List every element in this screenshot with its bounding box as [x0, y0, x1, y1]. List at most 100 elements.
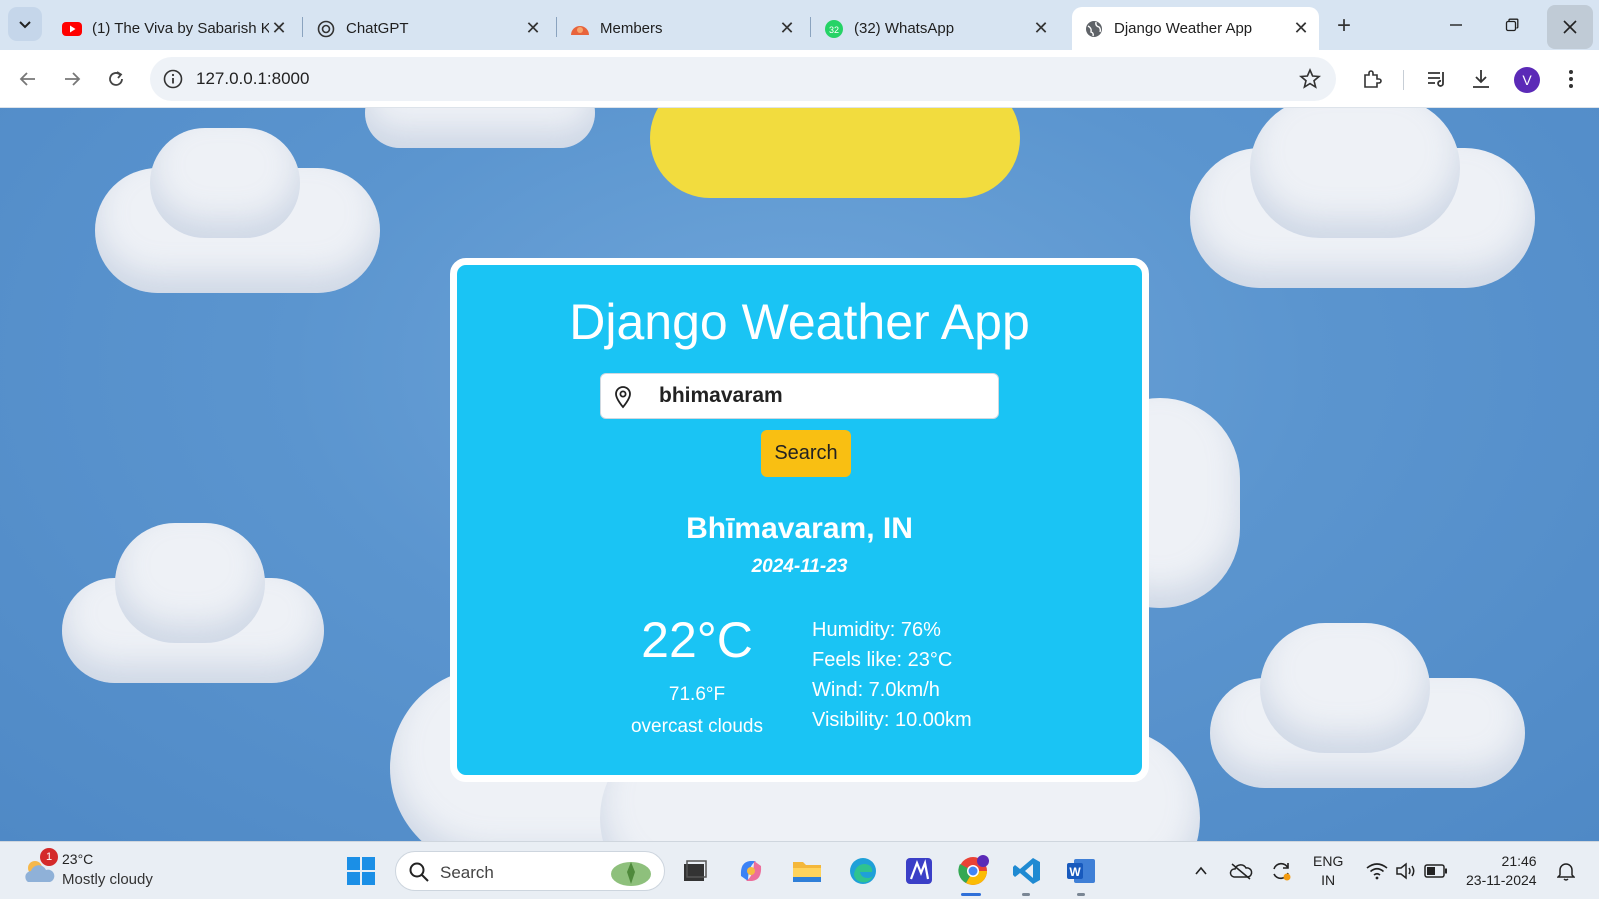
sync-tray[interactable] — [1268, 858, 1294, 884]
close-icon[interactable]: ✕ — [1031, 18, 1051, 39]
notifications-button[interactable] — [1553, 858, 1579, 884]
cloud-decoration — [115, 523, 265, 643]
notification-badge: 1 — [40, 848, 58, 866]
reload-icon — [109, 71, 123, 86]
weather-date: 2024-11-23 — [751, 556, 848, 577]
word-button[interactable]: W — [1062, 852, 1100, 890]
tab-youtube[interactable]: (1) The Viva by Sabarish K ✕ — [50, 7, 297, 50]
onedrive-tray[interactable] — [1228, 858, 1254, 884]
active-app-indicator — [961, 893, 981, 896]
task-view-button[interactable] — [676, 852, 714, 890]
app-logo-icon — [906, 858, 932, 884]
svg-text:W: W — [1069, 865, 1081, 879]
arrow-left-icon — [19, 72, 35, 86]
youtube-icon — [62, 19, 82, 39]
tab-separator — [302, 17, 303, 37]
wifi-tray[interactable] — [1364, 858, 1390, 884]
tab-title: ChatGPT — [346, 20, 409, 37]
tab-strip: (1) The Viva by Sabarish K ✕ ChatGPT ✕ M… — [0, 0, 1599, 50]
chrome-button[interactable] — [954, 852, 992, 890]
tab-django-weather[interactable]: Django Weather App ✕ — [1072, 7, 1319, 50]
battery-tray[interactable] — [1423, 858, 1449, 884]
tab-title: Members — [600, 20, 663, 37]
chevron-down-icon — [19, 21, 31, 29]
sync-icon — [1273, 862, 1291, 881]
restore-button[interactable] — [1492, 10, 1532, 40]
weather-card: Django Weather App Search Bhīmavaram, IN… — [450, 258, 1149, 782]
taskbar-weather-temp: 23°C — [62, 851, 94, 867]
close-icon[interactable]: ✕ — [523, 18, 543, 39]
edge-browser-icon — [850, 858, 876, 884]
bookmark-star-icon[interactable] — [1298, 67, 1322, 91]
tab-separator — [556, 17, 557, 37]
downloads-button[interactable] — [1467, 65, 1495, 93]
close-icon[interactable]: ✕ — [777, 18, 797, 39]
start-button[interactable] — [342, 852, 380, 890]
minimize-button[interactable] — [1436, 10, 1476, 40]
speaker-icon — [1396, 862, 1415, 880]
taskbar-weather-desc: Mostly cloudy — [62, 871, 153, 888]
show-hidden-icons-button[interactable] — [1188, 858, 1214, 884]
ai-app-button[interactable] — [900, 852, 938, 890]
vscode-icon — [1013, 858, 1040, 884]
taskbar-search[interactable]: Search — [395, 851, 665, 891]
input-language[interactable]: ENG IN — [1313, 852, 1343, 890]
system-clock[interactable]: 21:46 23-11-2024 — [1466, 852, 1537, 890]
profile-avatar[interactable]: V — [1514, 67, 1540, 93]
close-icon[interactable]: ✕ — [269, 18, 289, 39]
city-search-field[interactable] — [600, 373, 999, 419]
chrome-icon — [958, 855, 989, 885]
temperature-celsius: 22°C — [641, 612, 753, 668]
tab-title: (32) WhatsApp — [854, 20, 955, 37]
search-highlight-icon — [611, 862, 651, 886]
folder-icon — [793, 862, 821, 882]
cloud-decoration — [1260, 623, 1430, 753]
wind-value: Wind: 7.0km/h — [812, 679, 940, 701]
tab-separator — [810, 17, 811, 37]
volume-tray[interactable] — [1393, 858, 1419, 884]
back-button[interactable] — [12, 63, 44, 95]
download-icon — [1473, 70, 1489, 88]
temperature-block: 22°C 71.6°F overcast clouds — [617, 610, 777, 738]
tab-members[interactable]: Members ✕ — [558, 7, 805, 50]
site-info-icon[interactable] — [162, 68, 184, 90]
close-icon[interactable]: ✕ — [1291, 18, 1311, 39]
tab-whatsapp[interactable]: 32 (32) WhatsApp ✕ — [812, 7, 1059, 50]
tab-chatgpt[interactable]: ChatGPT ✕ — [304, 7, 551, 50]
cloud-decoration — [1250, 108, 1460, 238]
tab-search-button[interactable] — [8, 7, 42, 41]
browser-toolbar: 127.0.0.1:8000 V — [0, 50, 1599, 108]
copilot-button[interactable] — [732, 852, 770, 890]
minimize-icon — [1450, 24, 1462, 26]
file-explorer-button[interactable] — [788, 852, 826, 890]
puzzle-icon — [1364, 70, 1382, 88]
bell-icon — [1557, 863, 1575, 881]
media-queue-icon — [1428, 72, 1444, 87]
chatgpt-icon — [316, 19, 336, 39]
search-button[interactable]: Search — [761, 430, 851, 477]
vscode-button[interactable] — [1008, 852, 1046, 890]
reload-button[interactable] — [100, 63, 132, 95]
copilot-icon — [740, 861, 762, 881]
arrow-right-icon — [65, 72, 81, 86]
edge-button[interactable] — [844, 852, 882, 890]
running-app-indicator — [1022, 893, 1030, 896]
svg-text:32: 32 — [829, 25, 839, 35]
city-search-input[interactable] — [659, 384, 979, 408]
chevron-up-icon — [1195, 866, 1207, 875]
feels-like-value: Feels like: 23°C — [812, 649, 953, 671]
address-bar[interactable]: 127.0.0.1:8000 — [150, 57, 1336, 101]
cloud-offline-icon — [1229, 863, 1253, 880]
windows-logo-icon — [347, 857, 375, 885]
menu-button[interactable] — [1557, 65, 1585, 93]
language-code: ENG — [1313, 853, 1344, 869]
kebab-menu-icon — [1569, 70, 1573, 88]
forward-button[interactable] — [56, 63, 88, 95]
reading-list-button[interactable] — [1423, 65, 1451, 93]
taskbar-search-label: Search — [440, 863, 494, 882]
temperature-fahrenheit: 71.6°F — [668, 684, 726, 705]
close-window-button[interactable] — [1547, 5, 1593, 49]
new-tab-button[interactable]: + — [1330, 12, 1358, 40]
task-view-icon — [684, 860, 707, 881]
extensions-button[interactable] — [1358, 65, 1386, 93]
